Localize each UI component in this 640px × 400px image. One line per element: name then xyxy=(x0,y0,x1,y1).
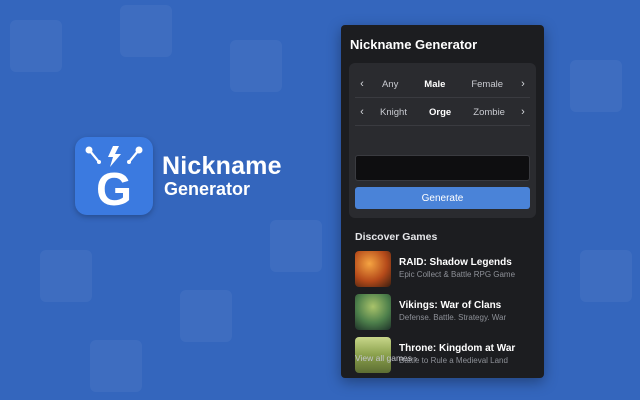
game-thumbnail xyxy=(355,250,391,287)
bg-tile xyxy=(230,40,282,92)
gender-option-male[interactable]: Male xyxy=(424,79,445,90)
divider xyxy=(355,125,530,126)
divider xyxy=(355,97,530,98)
game-item-vikings[interactable]: Vikings: War of Clans Defense. Battle. S… xyxy=(355,290,535,333)
generator-card: ‹ Any Male Female › ‹ Knight Orge Zombie… xyxy=(349,63,536,218)
generate-button[interactable]: Generate xyxy=(355,187,530,209)
game-name: Vikings: War of Clans xyxy=(399,300,502,311)
bg-tile xyxy=(90,340,142,392)
type-option-zombie[interactable]: Zombie xyxy=(473,107,505,118)
game-description: Defense. Battle. Strategy. War xyxy=(399,313,507,322)
logo-letter: G xyxy=(96,163,132,215)
logo-line-1: Nickname xyxy=(162,152,282,180)
bg-tile xyxy=(570,60,622,112)
bg-tile xyxy=(120,5,172,57)
gender-option-any[interactable]: Any xyxy=(382,79,398,90)
chevron-left-icon[interactable]: ‹ xyxy=(355,78,369,90)
bg-tile xyxy=(40,250,92,302)
logo: G Nickname Generator xyxy=(75,137,282,215)
logo-wordmark: Nickname Generator xyxy=(162,153,282,199)
type-selector: ‹ Knight Orge Zombie › xyxy=(355,101,530,123)
gender-options: Any Male Female xyxy=(369,79,516,90)
bg-tile xyxy=(180,290,232,342)
game-text: Vikings: War of Clans Defense. Battle. S… xyxy=(399,299,506,324)
nickname-generator-panel: Nickname Generator ‹ Any Male Female › ‹… xyxy=(341,25,544,378)
type-options: Knight Orge Zombie xyxy=(369,107,516,118)
type-option-knight[interactable]: Knight xyxy=(380,107,407,118)
game-text: RAID: Shadow Legends Epic Collect & Batt… xyxy=(399,256,515,281)
chevron-right-icon[interactable]: › xyxy=(516,78,530,90)
gender-option-female[interactable]: Female xyxy=(471,79,503,90)
chevron-left-icon[interactable]: ‹ xyxy=(355,106,369,118)
game-name: RAID: Shadow Legends xyxy=(399,257,512,268)
logo-line-2: Generator xyxy=(164,179,251,199)
view-all-games-link[interactable]: View all games › xyxy=(355,353,417,363)
panel-title: Nickname Generator xyxy=(350,37,478,52)
discover-games-heading: Discover Games xyxy=(355,231,438,243)
bg-tile xyxy=(580,250,632,302)
game-item-raid[interactable]: RAID: Shadow Legends Epic Collect & Batt… xyxy=(355,247,535,290)
bg-tile xyxy=(270,220,322,272)
game-thumbnail xyxy=(355,293,391,330)
type-option-orge[interactable]: Orge xyxy=(429,107,451,118)
gender-selector: ‹ Any Male Female › xyxy=(355,73,530,95)
lightning-g-logo-icon: G xyxy=(75,137,153,215)
game-description: Epic Collect & Battle RPG Game xyxy=(399,270,516,279)
nickname-output-field[interactable] xyxy=(355,155,530,181)
bg-tile xyxy=(10,20,62,72)
chevron-right-icon[interactable]: › xyxy=(516,106,530,118)
